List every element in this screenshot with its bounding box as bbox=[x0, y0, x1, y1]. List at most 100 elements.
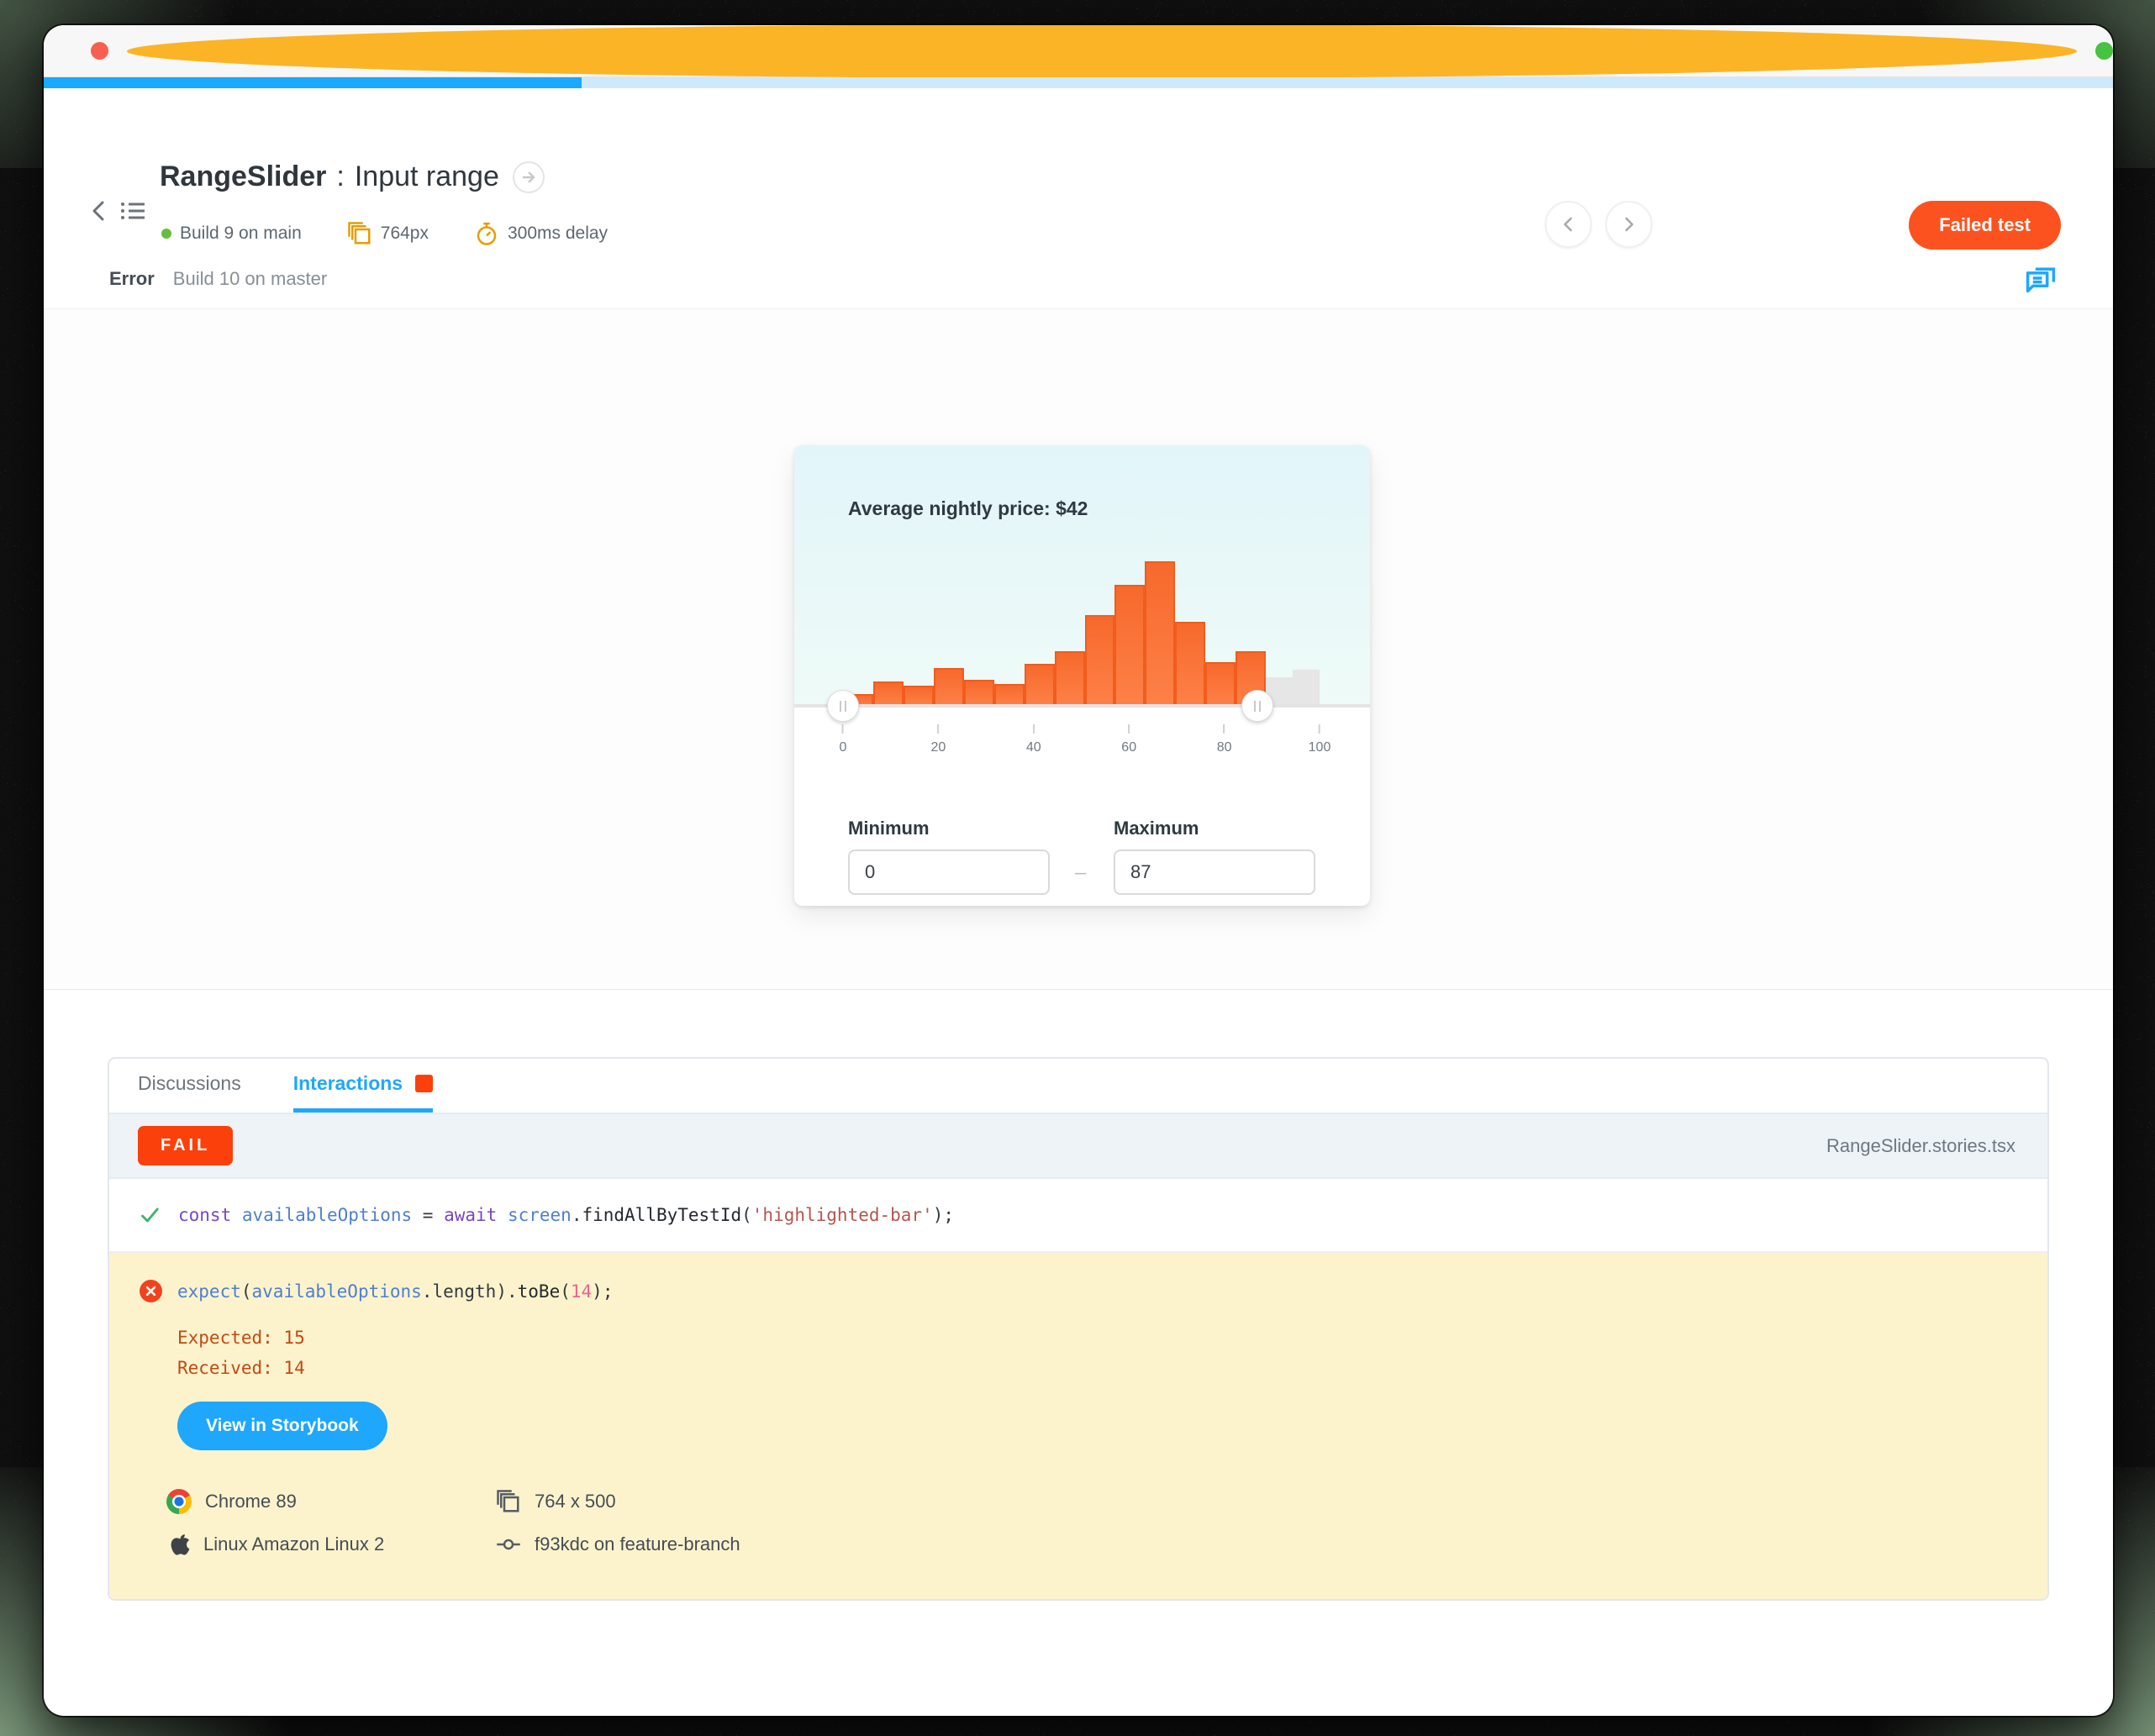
zoom-window-button[interactable] bbox=[2095, 42, 2113, 60]
tab-interactions[interactable]: Interactions bbox=[292, 1059, 434, 1113]
build-status-label: Build 9 on main bbox=[180, 224, 302, 243]
back-button[interactable] bbox=[87, 196, 109, 229]
chevron-right-icon bbox=[1625, 217, 1634, 232]
max-slider-handle[interactable] bbox=[1241, 690, 1274, 722]
highlighted-bar bbox=[1145, 561, 1176, 706]
viewport-icon bbox=[348, 222, 371, 245]
component-name: RangeSlider bbox=[160, 160, 327, 192]
page-title: RangeSlider : Input range bbox=[160, 160, 545, 193]
failed-step-code: expect(availableOptions.length).toBe(14)… bbox=[177, 1281, 614, 1302]
viewport-icon bbox=[497, 1490, 519, 1512]
environment-info: Chrome 89 764 x 500 Linux Amazon Linux 2… bbox=[166, 1489, 2017, 1558]
comparison-bar: Error Build 10 on master bbox=[44, 249, 2113, 309]
story-header: RangeSlider : Input range Build 9 on mai… bbox=[44, 88, 2113, 250]
window-titlebar bbox=[44, 25, 2113, 78]
highlighted-bar bbox=[1114, 585, 1146, 706]
price-histogram bbox=[843, 561, 1320, 706]
viewport-size: 764px bbox=[347, 221, 429, 246]
tab-bar: Discussions Interactions bbox=[109, 1059, 2047, 1114]
muted-bar bbox=[1293, 670, 1320, 706]
browser-info: Chrome 89 bbox=[166, 1489, 496, 1514]
axis-tick: 80 bbox=[1217, 724, 1231, 755]
maximum-input[interactable] bbox=[1114, 850, 1315, 895]
story-meta: Build 9 on main 764px 300ms delay bbox=[161, 221, 608, 246]
close-window-button[interactable] bbox=[91, 42, 108, 60]
highlighted-bar bbox=[903, 686, 934, 706]
title-separator: : bbox=[336, 160, 345, 192]
axis-tick: 60 bbox=[1121, 724, 1136, 755]
range-separator: – bbox=[1075, 861, 1087, 884]
loading-progress-bar bbox=[44, 77, 2113, 88]
story-list-button[interactable] bbox=[118, 196, 148, 229]
browser-label: Chrome 89 bbox=[205, 1491, 297, 1512]
received-value: Received: 14 bbox=[177, 1358, 305, 1378]
chevron-left-icon bbox=[92, 201, 104, 221]
highlighted-bar bbox=[872, 681, 904, 706]
slider-track bbox=[794, 704, 1370, 708]
error-icon bbox=[140, 1280, 162, 1302]
details-panel: Discussions Interactions FAIL RangeSlide… bbox=[108, 1057, 2049, 1601]
highlighted-bar bbox=[1054, 651, 1085, 706]
status-dot-icon bbox=[161, 229, 171, 239]
previous-story-button[interactable] bbox=[1545, 201, 1592, 248]
build-status: Build 9 on main bbox=[161, 224, 302, 244]
next-story-button[interactable] bbox=[1605, 201, 1652, 248]
highlighted-bar bbox=[993, 684, 1025, 706]
open-story-button[interactable] bbox=[512, 160, 545, 193]
passed-step-row: const availableOptions = await screen.fi… bbox=[109, 1179, 2047, 1253]
progress-fill bbox=[44, 77, 582, 88]
highlighted-bar bbox=[963, 680, 994, 706]
status-label: Error bbox=[109, 267, 155, 289]
story-name: Input range bbox=[354, 160, 499, 192]
view-in-storybook-button[interactable]: View in Storybook bbox=[177, 1402, 387, 1450]
commit-info: f93kdc on feature-branch bbox=[496, 1531, 2017, 1558]
axis-tick: 100 bbox=[1309, 724, 1330, 755]
average-price-title: Average nightly price: $42 bbox=[848, 497, 1088, 519]
highlighted-bar bbox=[933, 668, 964, 706]
highlighted-bar bbox=[1175, 622, 1206, 706]
highlighted-bar bbox=[1205, 662, 1236, 706]
tab-discussions[interactable]: Discussions bbox=[138, 1059, 241, 1113]
app-window: RangeSlider : Input range Build 9 on mai… bbox=[44, 25, 2113, 1716]
story-preview-area: Average nightly price: $42 0 20 40 60 80 100 … bbox=[44, 309, 2113, 990]
os-label: Linux Amazon Linux 2 bbox=[203, 1533, 385, 1555]
viewport-label: 764px bbox=[380, 224, 429, 243]
range-slider-component: Average nightly price: $42 0 20 40 60 80 100 … bbox=[794, 445, 1370, 906]
comments-button[interactable] bbox=[2024, 261, 2058, 297]
fail-badge: FAIL bbox=[138, 1126, 234, 1165]
story-navigation bbox=[1545, 201, 1652, 248]
arrow-right-icon bbox=[522, 171, 535, 183]
axis-tick: 0 bbox=[840, 724, 846, 755]
axis-tick: 20 bbox=[930, 724, 946, 755]
interactions-fail-badge-icon bbox=[415, 1075, 434, 1092]
failed-step-row: expect(availableOptions.length).toBe(14)… bbox=[140, 1280, 2017, 1302]
tab-interactions-label: Interactions bbox=[292, 1072, 403, 1094]
commit-icon bbox=[497, 1539, 520, 1550]
minimum-input[interactable] bbox=[848, 850, 1050, 895]
os-info: Linux Amazon Linux 2 bbox=[166, 1531, 496, 1558]
expected-value: Expected: 15 bbox=[177, 1328, 305, 1348]
viewport-info: 764 x 500 bbox=[496, 1489, 2017, 1514]
highlighted-bar bbox=[1084, 615, 1115, 706]
min-slider-handle[interactable] bbox=[827, 690, 859, 722]
commit-label: f93kdc on feature-branch bbox=[535, 1533, 740, 1555]
test-result-bar: FAIL RangeSlider.stories.tsx bbox=[109, 1114, 2047, 1179]
minimize-window-button[interactable] bbox=[127, 25, 2077, 78]
list-icon bbox=[121, 203, 145, 219]
delay-label: 300ms delay bbox=[507, 224, 609, 243]
axis-tick: 40 bbox=[1026, 724, 1041, 755]
apple-icon bbox=[171, 1534, 190, 1555]
failed-test-button[interactable]: Failed test bbox=[1909, 201, 2061, 250]
minimum-label: Minimum bbox=[848, 818, 930, 839]
maximum-label: Maximum bbox=[1114, 818, 1199, 839]
comment-icon bbox=[2026, 267, 2056, 293]
delay-setting: 300ms delay bbox=[474, 221, 608, 246]
viewport-label: 764 x 500 bbox=[535, 1491, 616, 1512]
tab-discussions-label: Discussions bbox=[138, 1072, 241, 1094]
passed-step-code: const availableOptions = await screen.fi… bbox=[178, 1205, 955, 1225]
check-icon bbox=[141, 1207, 159, 1223]
chevron-left-icon bbox=[1563, 217, 1573, 232]
failure-details: expect(availableOptions.length).toBe(14)… bbox=[109, 1253, 2047, 1599]
highlighted-bar bbox=[1024, 664, 1055, 706]
chrome-icon bbox=[166, 1489, 192, 1514]
